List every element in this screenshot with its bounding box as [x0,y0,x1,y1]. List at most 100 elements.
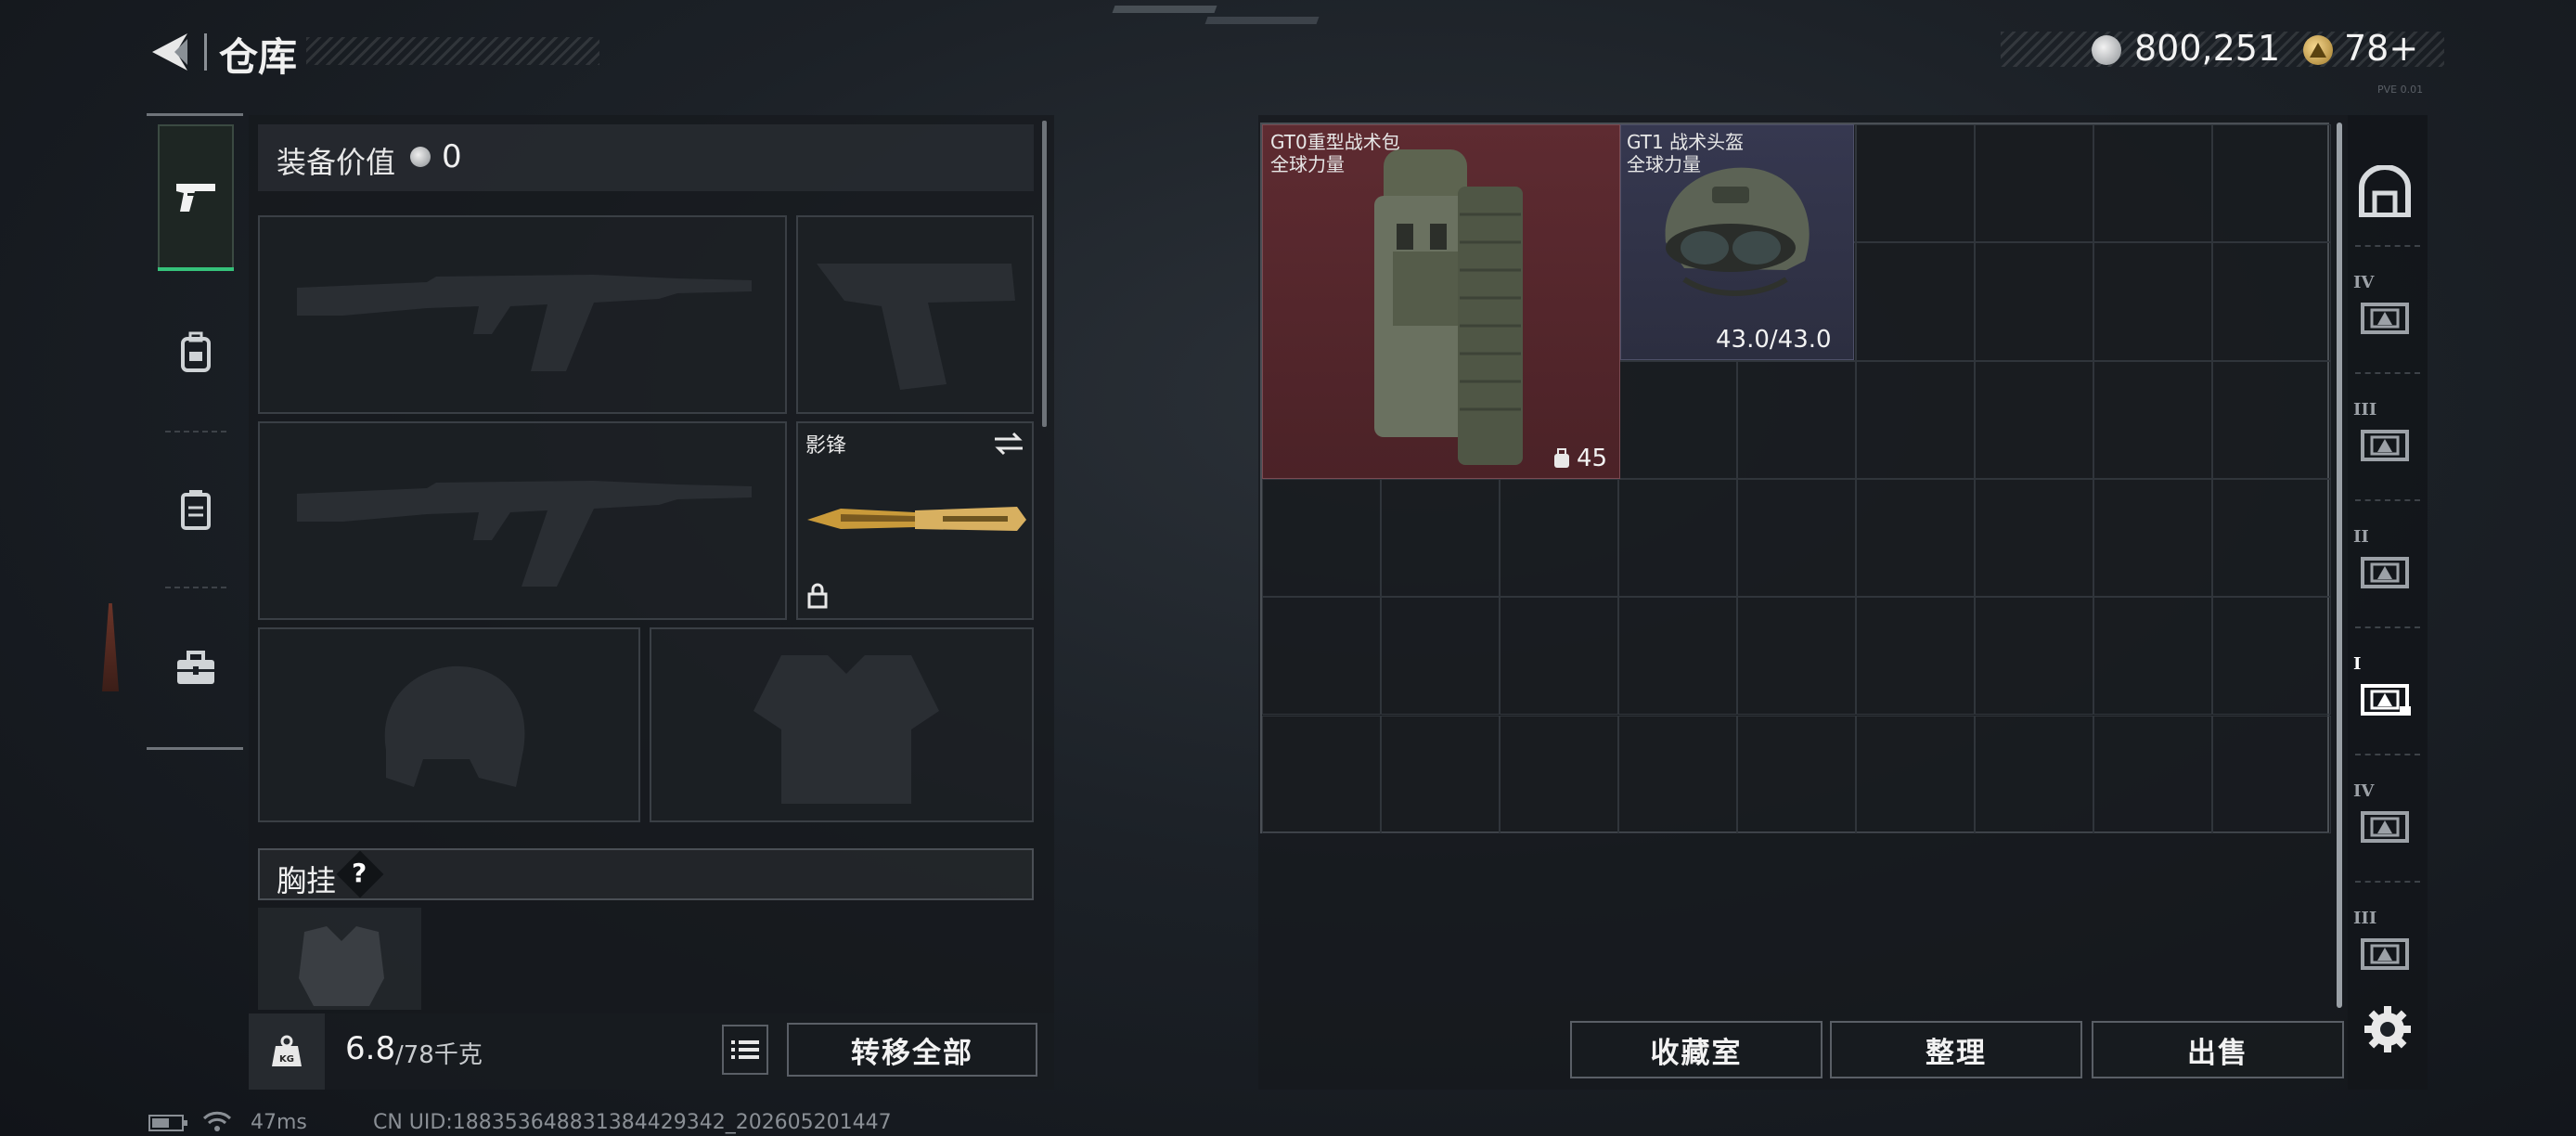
grid-cell[interactable] [1737,478,1856,598]
tab-vault[interactable] [2348,136,2422,247]
storage-tier-label: II [2353,527,2369,547]
grid-cell[interactable] [2093,242,2212,361]
transfer-all-button[interactable]: 转移全部 [787,1023,1037,1077]
grid-cell[interactable] [1975,715,2093,833]
melee-slot[interactable]: 影锋 [796,421,1034,620]
tab-storage-box[interactable]: IV [2348,767,2422,878]
tab-top-border [147,113,243,116]
organize-button[interactable]: 整理 [1830,1021,2082,1078]
collection-room-button[interactable]: 收藏室 [1570,1021,1823,1078]
helmet-slot[interactable] [258,627,640,822]
bag-icon [1554,448,1569,468]
grid-cell[interactable] [1500,715,1618,833]
ping-text: 47ms [251,1111,307,1134]
storage-box-icon [2361,938,2409,970]
item-name: GT1 战术头盔 [1627,131,1745,153]
grid-cell[interactable] [1618,597,1737,716]
grid-cell[interactable] [1618,715,1737,833]
grid-cell[interactable] [1856,360,1975,479]
grid-cell[interactable] [1737,597,1856,716]
grid-cell[interactable] [2212,715,2331,833]
item-count: 45 [1577,445,1608,472]
grid-cell[interactable] [1856,715,1975,833]
grid-cell[interactable] [1856,478,1975,598]
backup-weapon-slot[interactable] [258,421,787,620]
grid-cell[interactable] [1618,360,1737,479]
sell-button[interactable]: 出售 [2092,1021,2344,1078]
tab-toolbox[interactable] [158,622,234,715]
grid-cell[interactable] [1975,360,2093,479]
storage-item-backpack[interactable]: GT0重型战术包 全球力量 45 [1262,124,1620,479]
grid-cell[interactable] [1975,242,2093,361]
grid-cell[interactable] [1618,478,1737,598]
grid-cell[interactable] [2093,124,2212,243]
grid-cell[interactable] [1856,597,1975,716]
grid-cell[interactable] [1381,597,1500,716]
tab-separator [165,587,226,588]
tab-container[interactable] [158,464,234,557]
tab-storage-box[interactable]: III [2348,385,2422,497]
storage-box-icon [2361,684,2411,716]
list-view-button[interactable] [722,1025,768,1075]
swap-icon[interactable] [993,431,1024,457]
primary-weapon-slot[interactable] [258,215,787,414]
knife-icon [807,507,1026,531]
secondary-weapon-slot[interactable] [796,215,1034,414]
back-button[interactable] [147,28,193,76]
tab-storage-box[interactable]: I [2348,639,2422,751]
storage-box-icon [2361,430,2409,461]
settings-button[interactable] [2361,1002,2415,1056]
grid-cell[interactable] [1856,242,1975,361]
storage-item-helmet[interactable]: GT1 战术头盔 全球力量 43.0/43.0 [1620,124,1854,360]
grid-cell[interactable] [2212,597,2331,716]
melee-label: 影锋 [805,434,847,458]
grid-cell[interactable] [1500,478,1618,598]
ceiling-light [1204,17,1320,24]
helmet-image [1665,167,1810,296]
grid-cell[interactable] [2093,360,2212,479]
equipment-scrollbar[interactable] [1042,121,1047,427]
chest-rig-label: 胸挂 [277,863,337,898]
grid-cell[interactable] [2093,478,2212,598]
grid-cell[interactable] [1737,360,1856,479]
tab-separator [2355,499,2420,501]
grid-cell[interactable] [1975,597,2093,716]
grid-cell[interactable] [2212,124,2331,243]
tab-storage-box[interactable]: II [2348,512,2422,624]
tab-separator [2355,626,2420,628]
tab-storage-box[interactable]: III [2348,894,2422,1005]
grid-cell[interactable] [2212,360,2331,479]
tab-bottom-border [147,747,243,750]
grid-cell[interactable] [1381,715,1500,833]
battery-icon [148,1115,187,1131]
tab-storage-box[interactable]: IV [2348,258,2422,369]
grid-cell[interactable] [2093,597,2212,716]
chest-rig-slot[interactable] [258,908,421,1010]
tab-weapons[interactable] [158,124,234,271]
grid-cell[interactable] [1262,597,1381,716]
page-title: 仓库 [219,34,298,80]
tab-backpack[interactable] [158,306,234,399]
tab-separator [2355,754,2420,755]
grid-cell[interactable] [1500,597,1618,716]
grid-cell[interactable] [1262,715,1381,833]
storage-tier-label: I [2353,654,2362,674]
grid-cell[interactable] [1856,124,1975,243]
grid-cell[interactable] [2212,242,2331,361]
weight-icon: KG [272,1035,302,1066]
grid-cell[interactable] [2212,478,2331,598]
grid-cell[interactable] [1975,124,2093,243]
premium-amount[interactable]: 78+ [2344,28,2418,69]
storage-scrollbar[interactable] [2337,123,2342,1008]
armor-slot[interactable] [650,627,1034,822]
grid-cell[interactable] [1262,478,1381,598]
traffic-cone [102,603,119,691]
list-icon [731,1040,759,1059]
grid-cell[interactable] [1975,478,2093,598]
grid-cell[interactable] [1737,715,1856,833]
tab-separator [2355,245,2420,247]
grid-cell[interactable] [1381,478,1500,598]
grid-cell[interactable] [2093,715,2212,833]
storage-box-icon [2361,557,2409,588]
backpack-image [1374,149,1523,465]
